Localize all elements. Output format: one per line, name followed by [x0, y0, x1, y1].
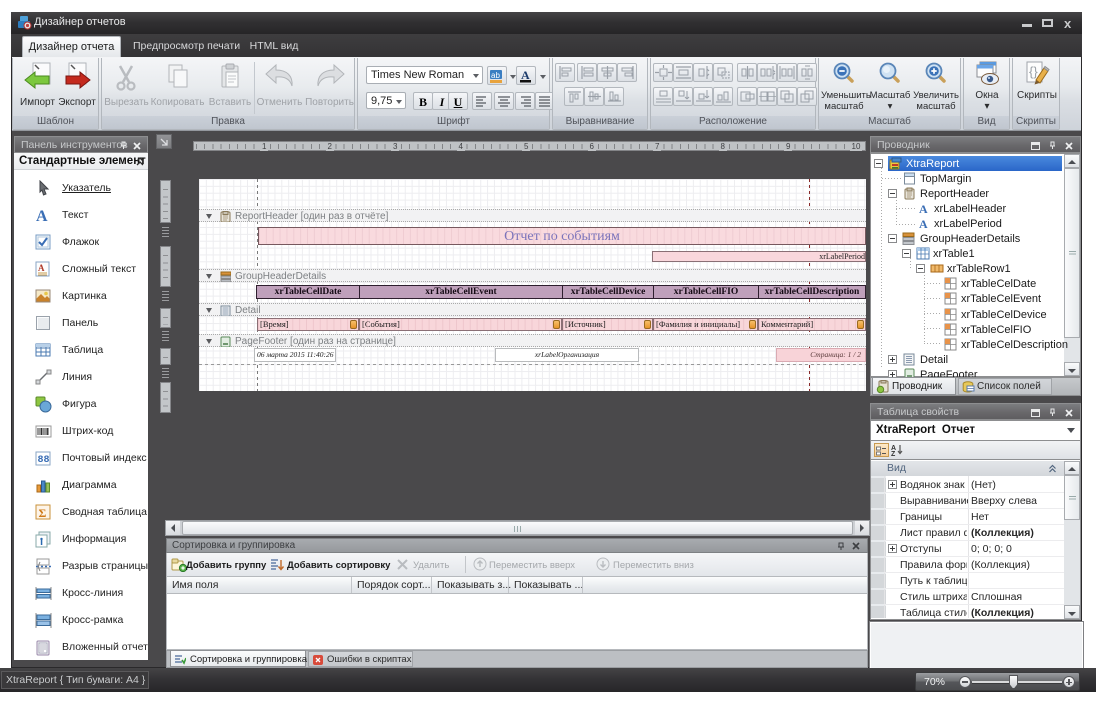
svg-text:A: A — [919, 217, 928, 230]
svg-text:A: A — [919, 202, 928, 215]
svg-text:{}: {} — [1029, 64, 1038, 79]
svg-text:A: A — [521, 68, 530, 82]
svg-text:ab: ab — [491, 71, 500, 80]
svg-text:88: 88 — [38, 455, 50, 466]
svg-text:A: A — [36, 208, 48, 224]
svg-text:A: A — [38, 263, 45, 273]
svg-text:Σ: Σ — [39, 506, 47, 520]
svg-text:Z: Z — [891, 451, 896, 456]
